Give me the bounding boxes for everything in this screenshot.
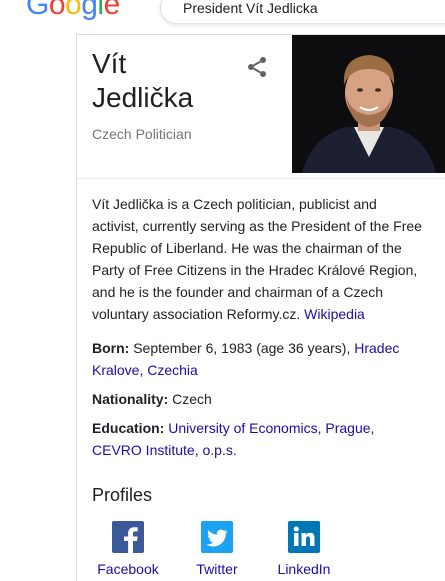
profile-twitter[interactable]: Twitter [177, 521, 257, 577]
profile-label: Facebook [97, 561, 159, 577]
profiles-heading: Profiles [92, 485, 153, 505]
facebook-icon [112, 521, 144, 553]
search-input[interactable] [181, 0, 445, 17]
divider [77, 178, 445, 179]
profile-facebook[interactable]: Facebook [88, 521, 168, 577]
google-logo[interactable]: Google [26, 0, 120, 22]
entity-photo[interactable] [292, 35, 445, 173]
wikipedia-link[interactable]: Wikipedia [304, 306, 365, 322]
entity-title: Vít Jedlička [92, 48, 194, 113]
education-link-cevro[interactable]: CEVRO Institute, o.p.s. [92, 442, 237, 458]
entity-subtitle: Czech Politician [92, 126, 192, 142]
twitter-icon [201, 521, 233, 553]
profile-linkedin[interactable]: LinkedIn [264, 521, 344, 577]
entity-description: Vít Jedlička is a Czech politician, publ… [92, 196, 422, 322]
fact-born: Born: September 6, 1983 (age 36 years), … [92, 340, 400, 378]
top-bar: Google [0, 0, 445, 34]
knowledge-panel: Vít Jedlička Czech Politician Vít Jedlič… [76, 34, 445, 581]
person-portrait-image [292, 35, 445, 173]
share-icon[interactable] [245, 55, 269, 79]
search-box[interactable] [160, 0, 445, 24]
education-link-university[interactable]: University of Economics, Prague [168, 420, 370, 436]
fact-education: Education: University of Economics, Prag… [92, 420, 375, 458]
profile-label: LinkedIn [277, 561, 331, 577]
profile-label: Twitter [196, 561, 238, 577]
fact-nationality: Nationality: Czech [92, 391, 212, 407]
linkedin-icon [288, 521, 320, 553]
